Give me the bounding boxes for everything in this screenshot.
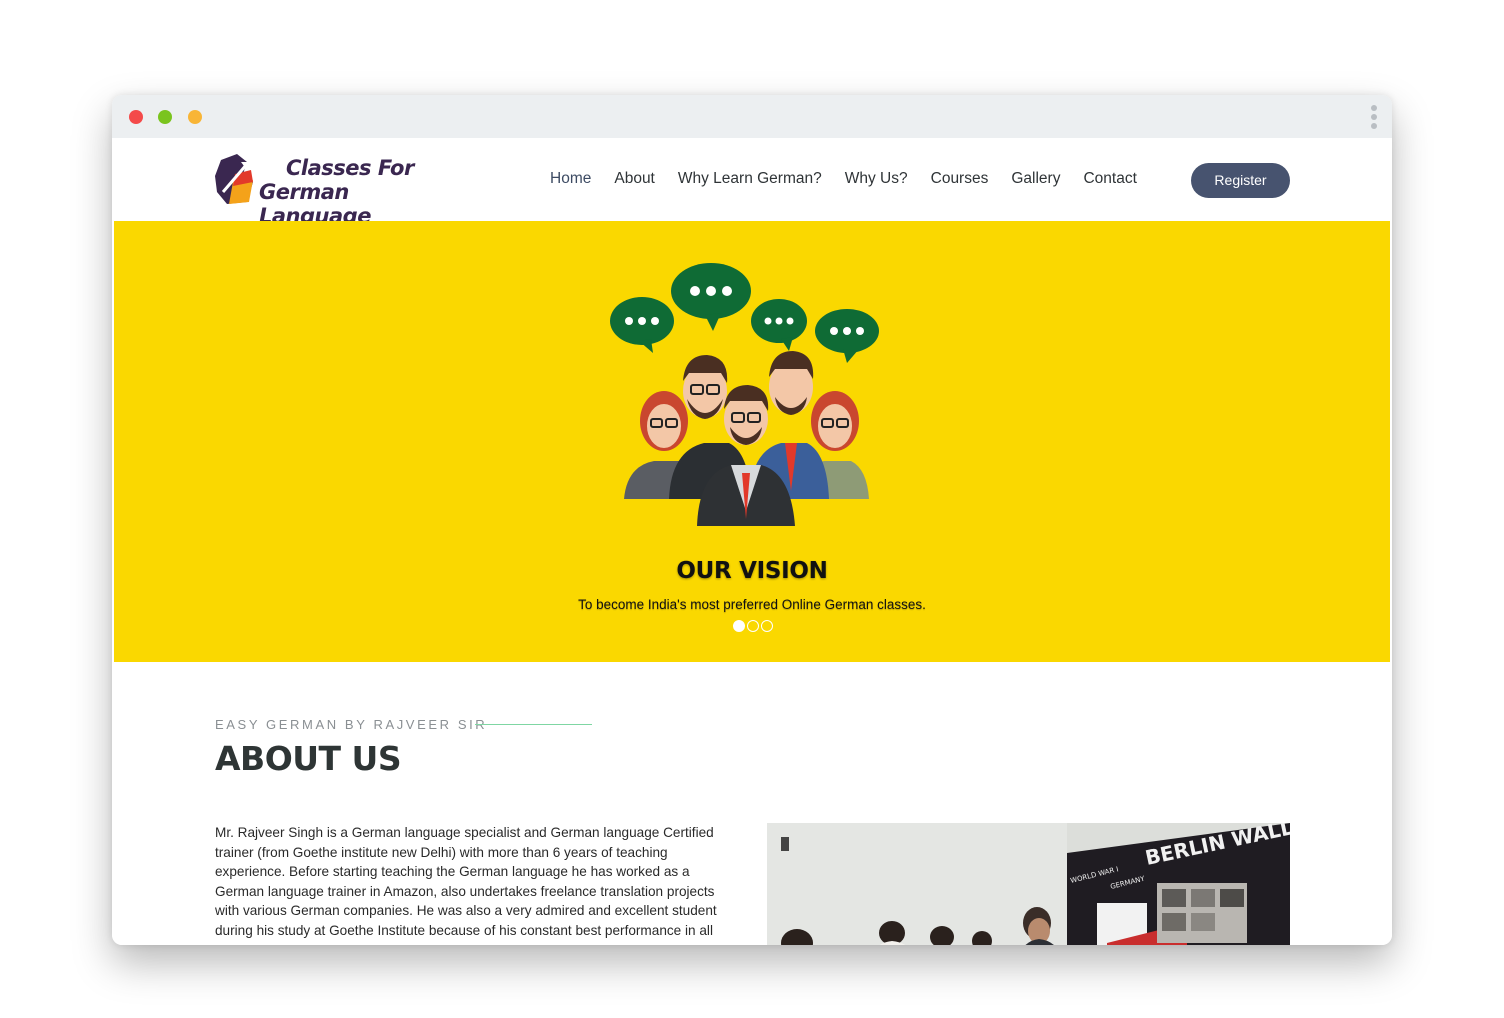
nav-contact[interactable]: Contact (1083, 164, 1136, 194)
slider-pagination (733, 620, 773, 632)
zoom-window-icon[interactable] (188, 110, 202, 124)
people-group-icon (624, 351, 869, 526)
hero-subtitle: To become India's most preferred Online … (578, 597, 926, 612)
speech-bubble-icon (751, 299, 807, 351)
speech-bubble-icon (671, 263, 751, 331)
nav-why-learn-german[interactable]: Why Learn German? (678, 164, 822, 194)
kebab-menu-icon[interactable] (1370, 105, 1378, 131)
browser-window: Classes For German Language Home About W… (112, 95, 1392, 945)
nav-courses[interactable]: Courses (931, 164, 989, 194)
classroom-photo: BERLIN WALL WORLD WAR I GERMANY (767, 823, 1290, 945)
about-title: ABOUT US (215, 739, 402, 778)
close-window-icon[interactable] (129, 110, 143, 124)
site-header: Classes For German Language Home About W… (112, 138, 1392, 228)
classroom-photo-image: BERLIN WALL WORLD WAR I GERMANY (767, 823, 1290, 945)
slider-dot-2[interactable] (747, 620, 759, 632)
slider-dot-3[interactable] (761, 620, 773, 632)
group-chat-illustration (610, 263, 879, 526)
window-titlebar (112, 95, 1392, 138)
nav-home[interactable]: Home (550, 164, 591, 194)
slider-dot-1[interactable] (733, 620, 745, 632)
speech-bubble-icon (610, 297, 674, 353)
speech-bubble-icon (815, 309, 879, 363)
register-button[interactable]: Register (1191, 163, 1290, 198)
nav-why-us[interactable]: Why Us? (845, 164, 908, 194)
nav-about[interactable]: About (614, 164, 655, 194)
about-text: Mr. Rajveer Singh is a German language s… (215, 825, 717, 938)
logo-mark-icon (215, 154, 253, 204)
about-section: EASY GERMAN BY RAJVEER SIR ABOUT US Mr. … (112, 662, 1392, 945)
logo-text-line1: Classes For (286, 156, 414, 180)
main-navigation: Home About Why Learn German? Why Us? Cou… (550, 164, 1160, 194)
hero-title: OUR VISION (676, 558, 828, 584)
screenshot-stage: Classes For German Language Home About W… (0, 0, 1504, 1018)
eyebrow-divider (475, 724, 592, 725)
about-eyebrow: EASY GERMAN BY RAJVEER SIR (215, 717, 488, 732)
minimize-window-icon[interactable] (158, 110, 172, 124)
nav-gallery[interactable]: Gallery (1011, 164, 1060, 194)
hero-slider: OUR VISION To become India's most prefer… (114, 221, 1390, 662)
site-logo[interactable]: Classes For German Language (213, 152, 423, 228)
